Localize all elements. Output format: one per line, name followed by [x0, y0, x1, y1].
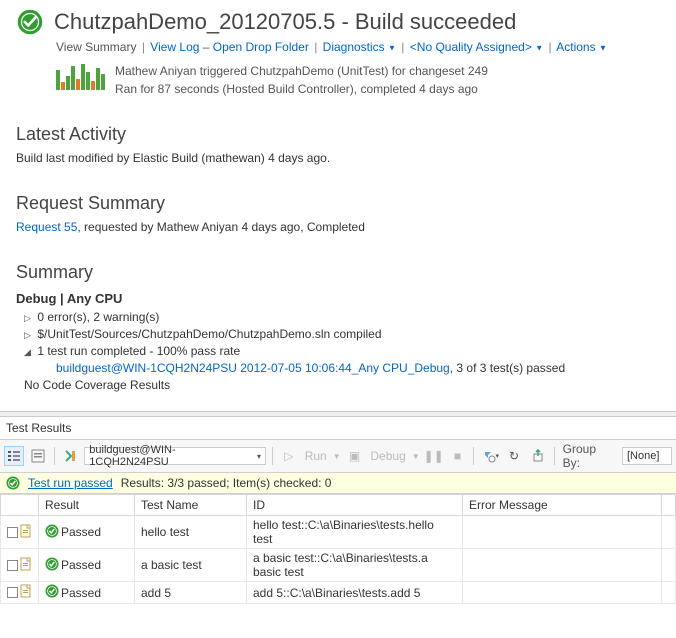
view-log-link[interactable]: View Log — [150, 40, 199, 54]
debug-icon: ▣ — [345, 446, 365, 466]
row-checkbox[interactable] — [7, 587, 18, 598]
id-cell: add 5::C:\a\Binaries\tests.add 5 — [247, 582, 463, 604]
trigger-info: Mathew Aniyan triggered ChutzpahDemo (Un… — [115, 62, 488, 80]
results-grid: Result Test Name ID Error Message Passed… — [0, 494, 676, 604]
result-cell: Passed — [61, 586, 101, 600]
actions-menu[interactable]: Actions ▼ — [556, 40, 607, 54]
stop-button: ■ — [448, 446, 468, 466]
pass-icon — [45, 557, 59, 574]
testname-cell: add 5 — [135, 582, 247, 604]
view-list-button[interactable] — [28, 446, 48, 466]
config-label: Debug | Any CPU — [16, 291, 660, 306]
col-result[interactable]: Result — [39, 495, 135, 516]
error-cell — [463, 582, 662, 604]
result-cell: Passed — [61, 525, 101, 539]
pass-icon — [45, 524, 59, 541]
view-summary-link: View Summary — [56, 40, 136, 54]
document-icon — [20, 584, 32, 601]
summary-heading: Summary — [16, 262, 660, 283]
col-error[interactable]: Error Message — [463, 495, 662, 516]
table-row[interactable]: Passed add 5add 5::C:\a\Binaries\tests.ad… — [1, 582, 676, 604]
build-sparkline — [56, 62, 105, 90]
col-testname[interactable]: Test Name — [135, 495, 247, 516]
table-row[interactable]: Passed hello testhello test::C:\a\Binarie… — [1, 516, 676, 549]
errors-item[interactable]: ▷ 0 error(s), 2 warning(s) — [24, 310, 660, 324]
testname-cell: a basic test — [135, 549, 247, 582]
latest-activity-heading: Latest Activity — [16, 124, 660, 145]
id-cell: a basic test::C:\a\Binaries\tests.a basi… — [247, 549, 463, 582]
test-run-passed-link[interactable]: Test run passed — [28, 476, 113, 490]
status-text: Results: 3/3 passed; Item(s) checked: 0 — [121, 476, 332, 490]
export-button[interactable] — [528, 446, 548, 466]
test-results-title: Test Results — [0, 417, 676, 439]
duration-info: Ran for 87 seconds (Hosted Build Control… — [115, 80, 488, 98]
build-title: ChutzpahDemo_20120705.5 - Build succeede… — [54, 9, 516, 35]
testrun-item[interactable]: ◢ 1 test run completed - 100% pass rate — [24, 344, 660, 358]
result-cell: Passed — [61, 558, 101, 572]
row-checkbox[interactable] — [7, 527, 18, 538]
request-summary-heading: Request Summary — [16, 193, 660, 214]
open-drop-link[interactable]: Open Drop Folder — [213, 40, 309, 54]
group-by-label: Group By: — [561, 442, 618, 470]
pass-icon — [45, 584, 59, 601]
status-bar: Test run passed Results: 3/3 passed; Ite… — [0, 473, 676, 494]
build-toolbar: View Summary | View Log – Open Drop Fold… — [56, 40, 660, 54]
run-button[interactable]: Run — [303, 449, 329, 463]
coverage-item: No Code Coverage Results — [24, 378, 660, 392]
run-play-icon: ▷ — [279, 446, 299, 466]
group-by-dropdown[interactable]: [None] — [622, 447, 672, 465]
results-toolbar: buildguest@WIN-1CQH2N24PSU▾ ▷ Run ▼ ▣ De… — [0, 439, 676, 473]
error-cell — [463, 549, 662, 582]
debug-button[interactable]: Debug — [368, 449, 407, 463]
id-cell: hello test::C:\a\Binaries\tests.hello te… — [247, 516, 463, 549]
diagnostics-menu[interactable]: Diagnostics ▼ — [323, 40, 396, 54]
test-results-rest: , 3 of 3 test(s) passed — [450, 361, 565, 375]
request-link[interactable]: Request 55 — [16, 220, 77, 234]
row-checkbox[interactable] — [7, 560, 18, 571]
table-row[interactable]: Passed a basic testa basic test::C:\a\Bin… — [1, 549, 676, 582]
error-cell — [463, 516, 662, 549]
compiled-item[interactable]: ▷ $/UnitTest/Sources/ChutzpahDemo/Chutzp… — [24, 327, 660, 341]
refresh-button[interactable]: ↻ — [504, 446, 524, 466]
document-icon — [20, 524, 32, 541]
filter-button[interactable]: ▾ — [480, 446, 500, 466]
document-icon — [20, 557, 32, 574]
request-rest: , requested by Mathew Aniyan 4 days ago,… — [77, 220, 365, 234]
latest-activity-text: Build last modified by Elastic Build (ma… — [16, 151, 660, 165]
quality-menu[interactable]: <No Quality Assigned> ▼ — [410, 40, 543, 54]
machine-dropdown[interactable]: buildguest@WIN-1CQH2N24PSU▾ — [84, 447, 266, 465]
col-id[interactable]: ID — [247, 495, 463, 516]
pause-button: ❚❚ — [424, 446, 444, 466]
success-icon — [16, 8, 44, 36]
test-results-link[interactable]: buildguest@WIN-1CQH2N24PSU 2012-07-05 10… — [56, 361, 450, 375]
status-pass-icon — [6, 476, 20, 490]
run-marker-icon — [61, 446, 81, 466]
view-tree-button[interactable] — [4, 446, 24, 466]
testname-cell: hello test — [135, 516, 247, 549]
